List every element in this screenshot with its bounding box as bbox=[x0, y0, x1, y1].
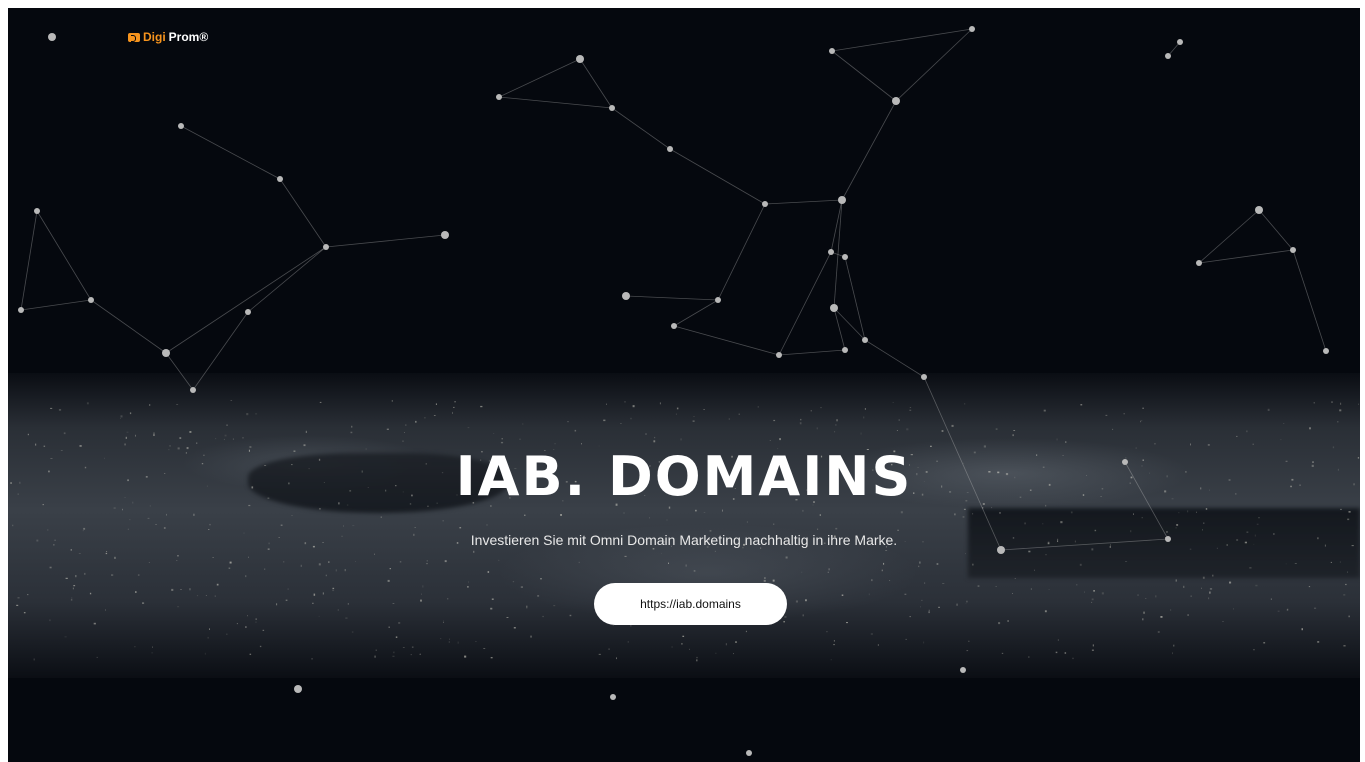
network-node bbox=[667, 146, 673, 152]
network-node bbox=[245, 309, 251, 315]
network-node bbox=[921, 374, 927, 380]
network-node bbox=[969, 26, 975, 32]
network-node bbox=[610, 694, 616, 700]
network-node bbox=[1196, 260, 1202, 266]
network-node bbox=[294, 685, 302, 693]
hero-section: Digi Prom® IAB. DOMAINS Investieren Sie m… bbox=[8, 8, 1360, 762]
network-node bbox=[829, 48, 835, 54]
network-node bbox=[830, 304, 838, 312]
logo-text-prom: Prom® bbox=[168, 30, 209, 44]
network-node bbox=[323, 244, 329, 250]
logo-text-digi: Digi bbox=[143, 30, 166, 44]
hero-title: IAB. DOMAINS bbox=[455, 445, 913, 508]
network-node bbox=[441, 231, 449, 239]
hero-subtitle: Investieren Sie mit Omni Domain Marketin… bbox=[470, 532, 898, 548]
network-node bbox=[892, 97, 900, 105]
network-node bbox=[1177, 39, 1183, 45]
logo-icon bbox=[128, 32, 140, 42]
network-node bbox=[18, 307, 24, 313]
network-node bbox=[842, 254, 848, 260]
network-node bbox=[842, 347, 848, 353]
network-node bbox=[178, 123, 184, 129]
brand-logo[interactable]: Digi Prom® bbox=[128, 30, 208, 44]
network-node bbox=[1165, 53, 1171, 59]
domain-link-button[interactable]: https://iab.domains bbox=[594, 583, 787, 625]
network-node bbox=[776, 352, 782, 358]
network-node bbox=[671, 323, 677, 329]
network-node bbox=[762, 201, 768, 207]
network-node bbox=[838, 196, 846, 204]
network-node bbox=[34, 208, 40, 214]
network-node bbox=[622, 292, 630, 300]
network-node bbox=[277, 176, 283, 182]
network-node bbox=[1323, 348, 1329, 354]
network-node bbox=[496, 94, 502, 100]
network-node bbox=[48, 33, 56, 41]
network-node bbox=[1290, 247, 1296, 253]
constellation-network bbox=[18, 26, 1329, 756]
network-node bbox=[828, 249, 834, 255]
network-node bbox=[576, 55, 584, 63]
network-node bbox=[746, 750, 752, 756]
network-node bbox=[1255, 206, 1263, 214]
network-node bbox=[960, 667, 966, 673]
network-node bbox=[609, 105, 615, 111]
network-node bbox=[715, 297, 721, 303]
network-node bbox=[190, 387, 196, 393]
network-node bbox=[862, 337, 868, 343]
network-node bbox=[88, 297, 94, 303]
network-node bbox=[162, 349, 170, 357]
